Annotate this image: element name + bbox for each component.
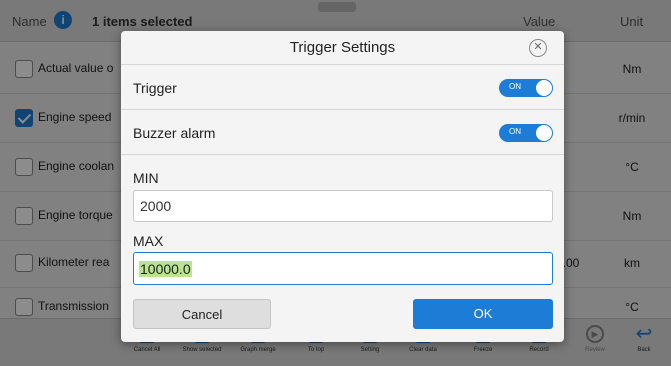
max-input[interactable]: 10000.0 [133, 252, 553, 285]
toggle-state-text: ON [509, 127, 521, 136]
ok-button[interactable]: OK [413, 299, 553, 329]
trigger-settings-dialog: Trigger Settings ✕ Trigger ON Buzzer ala… [121, 31, 564, 342]
trigger-toggle[interactable]: ON [499, 79, 553, 97]
dialog-title: Trigger Settings [121, 31, 564, 65]
cancel-button[interactable]: Cancel [133, 299, 271, 329]
max-input-value: 10000.0 [139, 261, 192, 277]
toggle-state-text: ON [509, 82, 521, 91]
toggle-knob [536, 125, 552, 141]
max-label: MAX [133, 233, 164, 249]
min-input[interactable] [133, 190, 553, 222]
trigger-label: Trigger [133, 80, 177, 96]
buzzer-alarm-row: Buzzer alarm ON [121, 111, 564, 155]
trigger-row: Trigger ON [121, 66, 564, 110]
buzzer-alarm-label: Buzzer alarm [133, 125, 216, 141]
buzzer-alarm-toggle[interactable]: ON [499, 124, 553, 142]
close-icon[interactable]: ✕ [529, 39, 547, 57]
toggle-knob [536, 80, 552, 96]
min-label: MIN [133, 170, 159, 186]
